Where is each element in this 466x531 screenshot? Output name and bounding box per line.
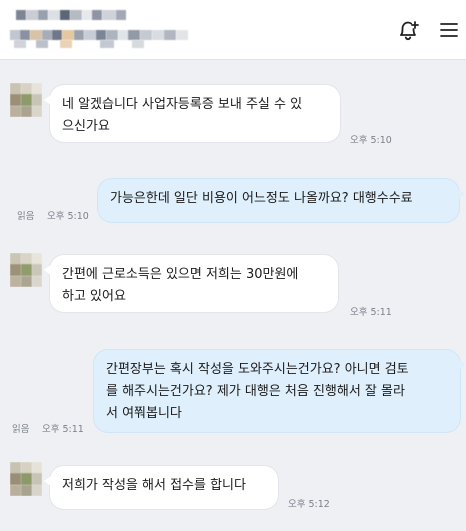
add-notification-button[interactable]	[394, 16, 422, 44]
message-text-line: 으신가요	[62, 119, 110, 134]
message-bubble[interactable]: 가능은한데 일단 비용이 어느정도 나올까요? 대행수수료	[98, 179, 465, 222]
message-time: 오후 5:10	[350, 135, 392, 146]
message-text-line: 간편장부는 혹시 작성을 도와주시는건가요? 아니면 검토	[106, 362, 409, 377]
message-bubble[interactable]: 간편장부는 혹시 작성을 도와주시는건가요? 아니면 검토 를 해주시는건가요?…	[94, 350, 466, 432]
avatar[interactable]	[10, 253, 42, 287]
message-time: 오후 5:11	[42, 424, 84, 435]
message-time: 오후 5:10	[47, 211, 89, 222]
message-text-line: 하고 있어요	[62, 289, 126, 304]
hamburger-menu-icon	[440, 23, 458, 37]
message-list: 네 알겠습니다 사업자등록증 보내 주실 수 있 으신가요 오후 5:10 읽음…	[0, 61, 466, 531]
message-time: 오후 5:11	[350, 307, 392, 318]
message-text-line: 네 알겠습니다 사업자등록증 보내 주실 수 있	[62, 97, 303, 112]
contact-name-blurred	[10, 10, 190, 50]
message-bubble[interactable]: 저희가 작성을 해서 접수를 합니다	[44, 466, 278, 509]
message-text-line: 서 여쭤봅니다	[106, 406, 182, 421]
message-bubble[interactable]: 간편에 근로소득은 있으면 저희는 30만원에 하고 있어요	[44, 255, 338, 312]
message-time: 오후 5:12	[288, 499, 330, 510]
chat-header	[0, 0, 466, 60]
message-text-line: 가능은한데 일단 비용이 어느정도 나올까요? 대행수수료	[110, 191, 413, 206]
message-bubble[interactable]: 네 알겠습니다 사업자등록증 보내 주실 수 있 으신가요	[44, 85, 340, 142]
avatar[interactable]	[10, 83, 42, 117]
read-status: 읽음	[12, 424, 30, 435]
message-text-line: 저희가 작성을 해서 접수를 합니다	[62, 478, 246, 493]
message-text-line: 간편에 근로소득은 있으면 저희는 30만원에	[62, 267, 299, 282]
read-status: 읽음	[17, 211, 35, 222]
notification-add-icon	[400, 21, 419, 41]
menu-button[interactable]	[435, 16, 463, 44]
avatar[interactable]	[10, 462, 42, 496]
message-text-line: 를 해주시는건가요? 제가 대행은 처음 진행해서 잘 몰라	[106, 384, 405, 399]
